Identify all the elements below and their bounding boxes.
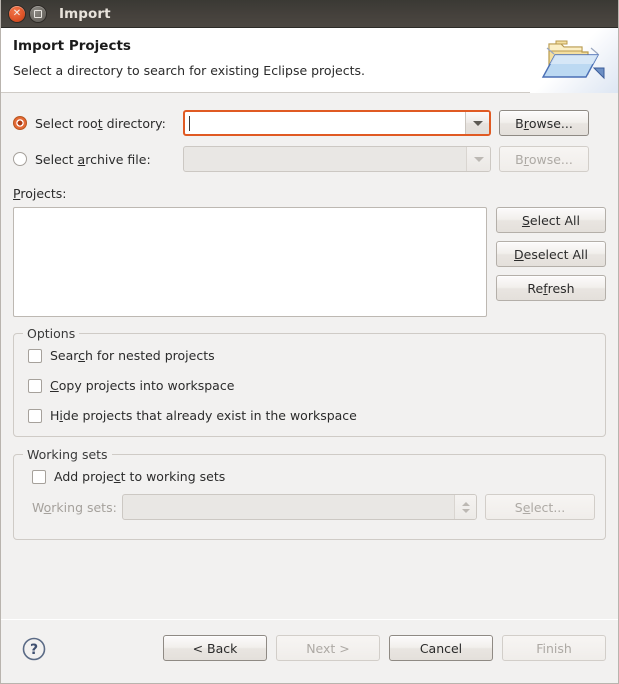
checkbox-hide-existing-projects-label: Hide projects that already exist in the …: [50, 408, 357, 423]
spinner-arrows-icon: [454, 495, 476, 519]
browse-root-directory-button[interactable]: Br owse...: [499, 110, 589, 136]
cancel-button[interactable]: Cancel: [389, 635, 493, 661]
working-sets-group-title: Working sets: [23, 447, 112, 462]
radio-select-root-directory[interactable]: [13, 116, 27, 130]
root-directory-row: Select root directory: Br owse...: [13, 109, 606, 137]
checkbox-add-project-to-working-sets[interactable]: Add project to working sets: [32, 469, 605, 484]
footer-buttons: < Back Next > Cancel Finish: [163, 635, 606, 661]
deselect-all-button[interactable]: Deselect All: [496, 241, 606, 267]
chevron-down-icon: [466, 147, 490, 171]
chevron-down-glyph: [461, 508, 470, 513]
chevron-down-glyph: [472, 120, 483, 126]
dialog-header: Import Projects Select a directory to se…: [1, 28, 618, 93]
projects-label: Projects:: [13, 186, 67, 201]
chevron-down-glyph: [473, 156, 484, 162]
browse-archive-file-button: Br owse...: [499, 146, 589, 172]
checkbox-copy-projects-into-workspace-box[interactable]: [28, 378, 42, 393]
svg-text:?: ?: [30, 642, 38, 658]
archive-file-row: Select archive file: Br owse...: [13, 145, 606, 173]
checkbox-search-nested-projects[interactable]: Search for nested projects: [28, 348, 605, 363]
working-sets-field-row: Working sets: Se lect...: [32, 494, 605, 520]
radio-select-archive-file[interactable]: [13, 152, 27, 166]
options-group: Options Search for nested projects Copy …: [13, 326, 606, 437]
close-icon[interactable]: ✕: [9, 5, 25, 22]
archive-file-combo: [183, 146, 491, 172]
checkbox-copy-projects-into-workspace-label: Copy projects into workspace: [50, 378, 235, 393]
checkbox-hide-existing-projects-box[interactable]: [28, 408, 42, 423]
title-bar: ✕ Import: [1, 0, 618, 28]
maximize-icon[interactable]: [30, 5, 46, 22]
checkbox-copy-projects-into-workspace[interactable]: Copy projects into workspace: [28, 378, 605, 393]
import-dialog-window: ✕ Import Import Projects Select a direct…: [0, 0, 619, 684]
checkbox-add-project-to-working-sets-label: Add project to working sets: [54, 469, 226, 484]
import-folder-icon: [530, 28, 618, 93]
working-sets-input: [122, 494, 477, 520]
chevron-up-glyph: [461, 501, 470, 506]
archive-file-input: [184, 147, 466, 171]
projects-section: Select All Deselect All Re f resh: [13, 207, 606, 317]
finish-button: Finish: [502, 635, 606, 661]
root-directory-input[interactable]: [185, 112, 465, 134]
checkbox-search-nested-projects-label: Search for nested projects: [50, 348, 215, 363]
projects-buttons: Select All Deselect All Re f resh: [496, 207, 606, 301]
chevron-down-icon[interactable]: [465, 112, 489, 134]
window-title: Import: [59, 5, 111, 22]
working-sets-field-label: Working sets:: [32, 499, 117, 515]
select-all-button[interactable]: Select All: [496, 207, 606, 233]
radio-select-archive-file-label: Select archive file:: [35, 151, 151, 167]
help-icon[interactable]: ?: [21, 636, 47, 662]
page-title: Import Projects: [13, 38, 131, 54]
working-sets-value: [123, 495, 454, 519]
options-group-title: Options: [23, 326, 80, 341]
radio-select-root-directory-label: Select root directory:: [35, 115, 166, 131]
root-directory-combo[interactable]: [183, 110, 491, 136]
checkbox-search-nested-projects-box[interactable]: [28, 348, 42, 363]
back-button[interactable]: < Back: [163, 635, 267, 661]
checkbox-add-project-to-working-sets-box[interactable]: [32, 469, 46, 484]
dialog-footer: ? < Back Next > Cancel Finish: [1, 620, 618, 683]
text-caret: [189, 115, 190, 131]
next-button: Next >: [276, 635, 380, 661]
close-glyph: ✕: [12, 7, 22, 19]
working-sets-select-button: Se lect...: [485, 494, 595, 520]
refresh-button[interactable]: Re f resh: [496, 275, 606, 301]
projects-list[interactable]: [13, 207, 487, 317]
maximize-glyph: [34, 9, 42, 18]
dialog-body: Select root directory: Br owse... Select …: [1, 109, 618, 540]
checkbox-hide-existing-projects[interactable]: Hide projects that already exist in the …: [28, 408, 605, 423]
working-sets-group: Working sets Add project to working sets…: [13, 447, 606, 540]
page-description: Select a directory to search for existin…: [13, 63, 365, 78]
